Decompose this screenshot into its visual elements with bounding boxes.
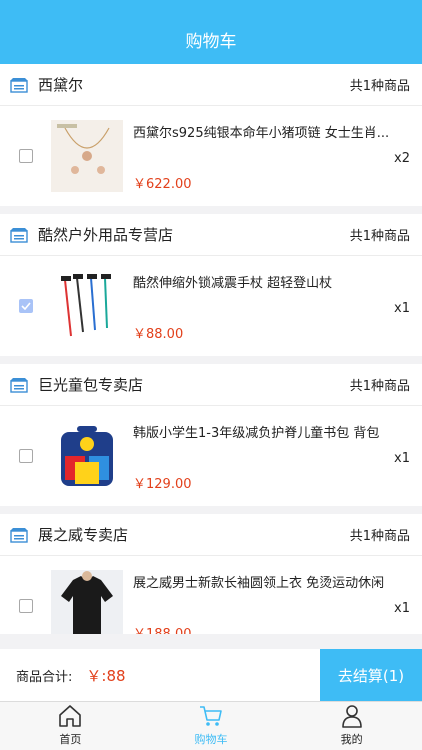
item-price: ￥188.00 — [133, 623, 192, 634]
cart-item[interactable]: 韩版小学生1-3年级减负护脊儿童书包 背包 x1 ￥129.00 — [0, 406, 422, 506]
tab-cart[interactable]: 购物车 — [141, 702, 282, 750]
home-icon — [59, 705, 82, 727]
store-header[interactable]: 酷然户外用品专营店 共1种商品 — [0, 214, 422, 256]
tab-label: 购物车 — [194, 733, 228, 746]
product-image-shirt[interactable] — [51, 570, 123, 634]
product-image-walking-poles[interactable] — [51, 270, 123, 342]
tab-profile[interactable]: 我的 — [281, 702, 422, 750]
store-name: 酷然户外用品专营店 — [38, 226, 174, 244]
item-checkbox[interactable] — [19, 599, 33, 613]
store-name: 巨光童包专卖店 — [38, 376, 144, 394]
store-card: 西黛尔 共1种商品 西黛尔s925纯银本命年小猪项链 女士生肖... x2 ￥6… — [0, 64, 422, 206]
cart-icon — [200, 706, 222, 726]
store-item-count: 共1种商品 — [349, 229, 410, 244]
cart-list[interactable]: 西黛尔 共1种商品 西黛尔s925纯银本命年小猪项链 女士生肖... x2 ￥6… — [0, 64, 422, 634]
item-name[interactable]: 展之威男士新款长袖圆领上衣 免烫运动休闲 — [133, 572, 405, 591]
cart-item[interactable]: 展之威男士新款长袖圆领上衣 免烫运动休闲 x1 ￥188.00 — [0, 556, 422, 634]
page-title: 购物车 — [185, 32, 237, 52]
store-item-count: 共1种商品 — [349, 379, 410, 394]
item-name[interactable]: 韩版小学生1-3年级减负护脊儿童书包 背包 — [133, 422, 405, 441]
store-header[interactable]: 展之威专卖店 共1种商品 — [0, 514, 422, 556]
cart-item[interactable]: 西黛尔s925纯银本命年小猪项链 女士生肖... x2 ￥622.00 — [0, 106, 422, 206]
tab-label: 首页 — [59, 733, 82, 746]
total-value: ￥:88 — [86, 666, 126, 685]
item-quantity: x2 — [394, 151, 410, 166]
item-price: ￥129.00 — [133, 477, 192, 492]
store-card: 酷然户外用品专营店 共1种商品 酷然伸缩外锁减震手杖 超轻登山杖 x1 ￥88.… — [0, 214, 422, 356]
item-checkbox-checked[interactable] — [19, 299, 33, 313]
product-image-necklace[interactable] — [51, 120, 123, 192]
store-icon — [10, 527, 28, 543]
item-name[interactable]: 酷然伸缩外锁减震手杖 超轻登山杖 — [133, 272, 405, 291]
cart-item[interactable]: 酷然伸缩外锁减震手杖 超轻登山杖 x1 ￥88.00 — [0, 256, 422, 356]
store-icon — [10, 77, 28, 93]
product-image-backpack[interactable] — [51, 420, 123, 492]
item-quantity: x1 — [394, 601, 410, 616]
item-quantity: x1 — [394, 451, 410, 466]
item-name[interactable]: 西黛尔s925纯银本命年小猪项链 女士生肖... — [133, 122, 405, 141]
item-quantity: x1 — [394, 301, 410, 316]
checkout-bar: 商品合计: ￥:88 去结算(1) — [0, 649, 422, 701]
total-label: 商品合计: — [16, 669, 73, 685]
user-icon — [341, 705, 362, 728]
checkmark-icon — [21, 302, 31, 310]
tab-home[interactable]: 首页 — [0, 702, 141, 750]
item-info: 韩版小学生1-3年级减负护脊儿童书包 背包 x1 ￥129.00 — [133, 420, 422, 492]
store-icon — [10, 227, 28, 243]
tab-label: 我的 — [340, 733, 363, 746]
item-checkbox[interactable] — [19, 149, 33, 163]
store-item-count: 共1种商品 — [349, 529, 410, 544]
item-checkbox[interactable] — [19, 449, 33, 463]
store-card: 巨光童包专卖店 共1种商品 韩版小学生1-3年级减负护脊儿童书包 背包 x1 ￥… — [0, 364, 422, 506]
store-name: 展之威专卖店 — [38, 526, 129, 544]
item-info: 西黛尔s925纯银本命年小猪项链 女士生肖... x2 ￥622.00 — [133, 120, 422, 192]
store-header[interactable]: 巨光童包专卖店 共1种商品 — [0, 364, 422, 406]
checkout-button[interactable]: 去结算(1) — [320, 649, 422, 701]
store-header[interactable]: 西黛尔 共1种商品 — [0, 64, 422, 106]
store-name: 西黛尔 — [38, 76, 84, 94]
store-item-count: 共1种商品 — [349, 79, 410, 94]
item-info: 展之威男士新款长袖圆领上衣 免烫运动休闲 x1 ￥188.00 — [133, 570, 422, 634]
store-icon — [10, 377, 28, 393]
item-price: ￥622.00 — [133, 177, 192, 192]
item-info: 酷然伸缩外锁减震手杖 超轻登山杖 x1 ￥88.00 — [133, 270, 422, 342]
store-card: 展之威专卖店 共1种商品 展之威男士新款长袖圆领上衣 免烫运动休闲 x1 ￥18… — [0, 514, 422, 634]
item-price: ￥88.00 — [133, 327, 184, 342]
nav-header: 购物车 — [0, 0, 422, 64]
tab-bar: 首页 购物车 我的 — [0, 701, 422, 750]
